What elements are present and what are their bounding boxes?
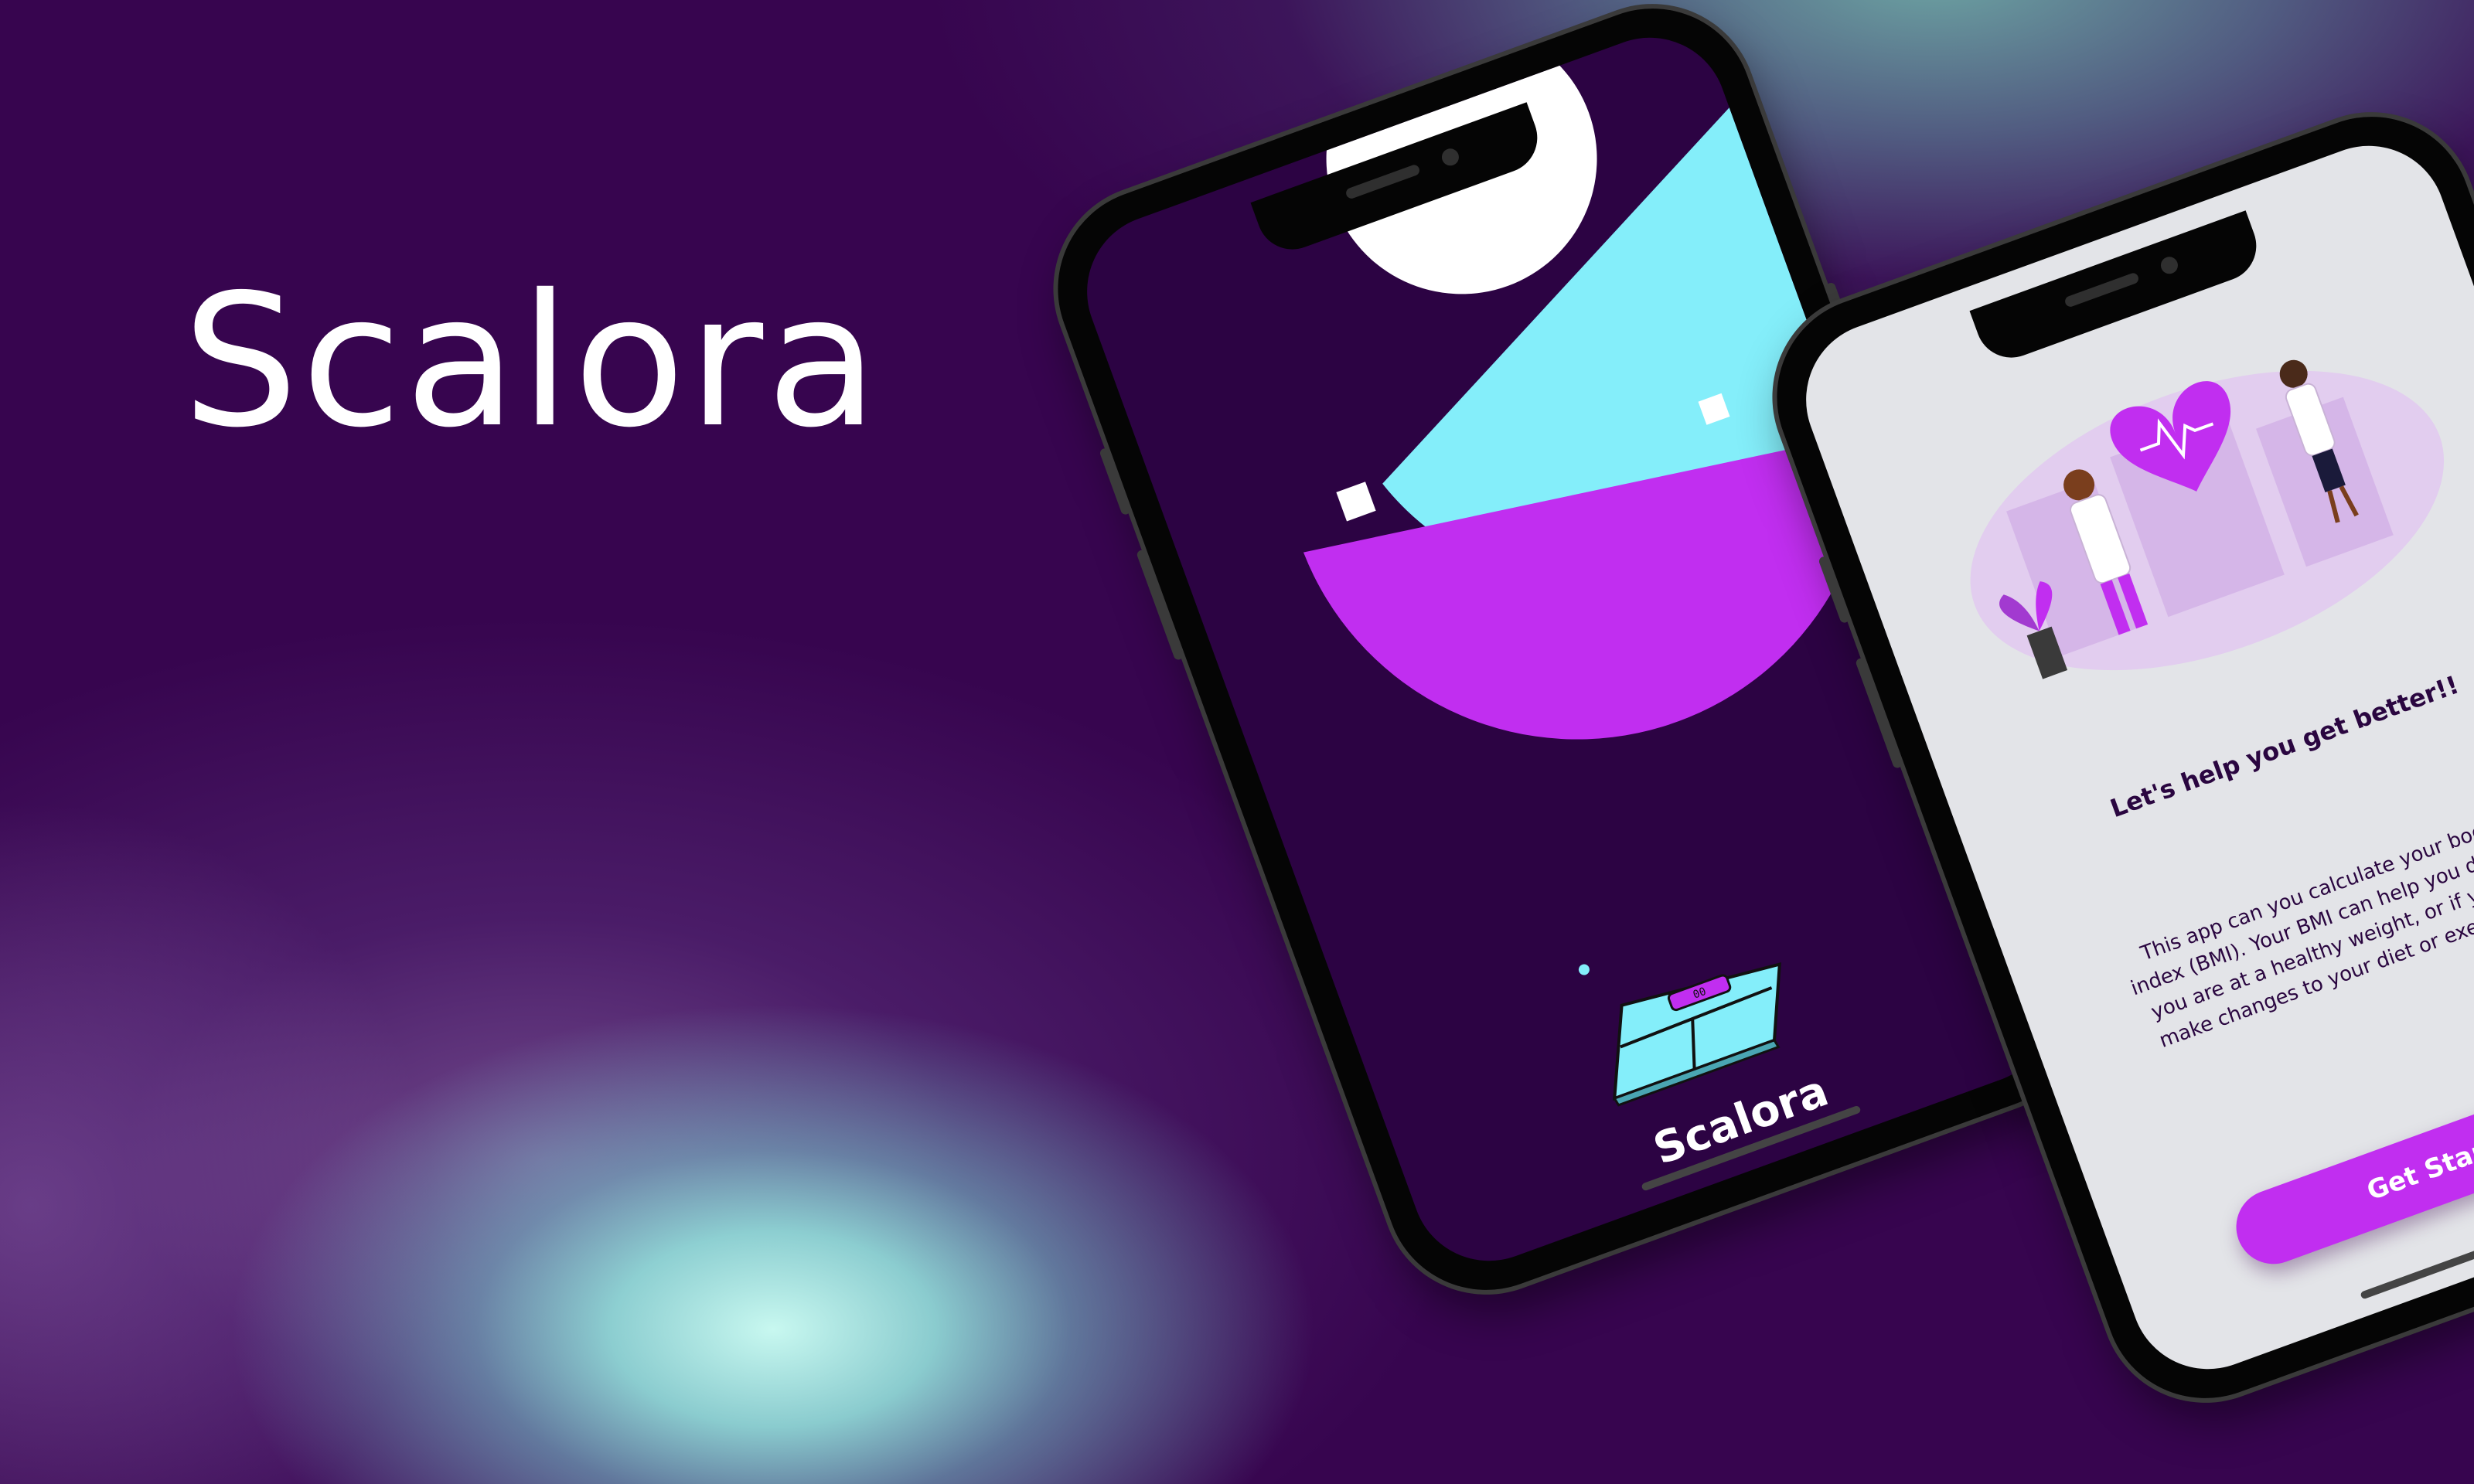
white-square-1 (1336, 482, 1376, 522)
speaker-grille (2063, 271, 2140, 308)
get-started-button[interactable]: Get Started (2226, 1051, 2474, 1275)
logo-dot (1578, 964, 1590, 975)
hero-title: Scalora (182, 255, 881, 468)
front-camera (1439, 146, 1462, 168)
speaker-grille (1344, 163, 1421, 200)
front-camera (2158, 254, 2181, 277)
onboarding-description: This app can you calculate your body mas… (2128, 795, 2474, 1053)
